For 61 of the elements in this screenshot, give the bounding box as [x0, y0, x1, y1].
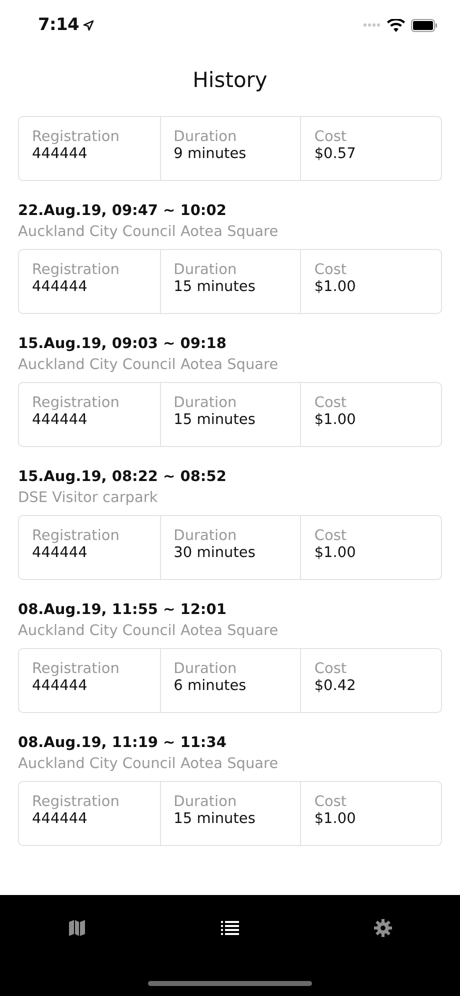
field-value: $1.00 — [314, 545, 357, 561]
field-value: $0.57 — [314, 146, 357, 162]
session-time: 15.Aug.19, 09:03 ~ 09:18 — [18, 336, 228, 352]
field-value: 30 minutes — [174, 545, 256, 561]
session-time: 08.Aug.19, 11:19 ~ 11:34 — [18, 735, 228, 751]
field-value: 444444 — [32, 811, 88, 827]
list-icon — [220, 921, 239, 935]
field-label: Registration — [32, 661, 120, 677]
field-value: $1.00 — [314, 279, 357, 295]
field-label: Duration — [174, 262, 238, 278]
session-time: 08.Aug.19, 11:55 ~ 12:01 — [18, 602, 228, 618]
signal-icon — [363, 23, 381, 27]
field-label: Cost — [314, 528, 348, 544]
field-label: Registration — [32, 528, 120, 544]
session-location: Auckland City Council Aotea Square — [18, 224, 280, 240]
field-label: Cost — [314, 262, 348, 278]
field-label: Duration — [174, 661, 238, 677]
field-label: Duration — [174, 528, 238, 544]
page-title: History — [192, 68, 268, 92]
session-card[interactable]: Registration 444444 Duration 15 minutes Cost $1.00 — [18, 249, 442, 314]
field-label: Cost — [314, 794, 348, 810]
session-location: Auckland City Council Aotea Square — [18, 623, 280, 639]
battery-icon — [411, 18, 438, 32]
field-value: 444444 — [32, 678, 88, 694]
session-time: 22.Aug.19, 09:47 ~ 10:02 — [18, 203, 228, 219]
field-label: Registration — [32, 794, 120, 810]
field-label: Cost — [314, 129, 348, 145]
field-value: 6 minutes — [174, 678, 248, 694]
field-label: Cost — [314, 661, 348, 677]
session-location: Auckland City Council Aotea Square — [18, 357, 280, 373]
wifi-icon — [387, 18, 405, 32]
field-value: $1.00 — [314, 412, 357, 428]
field-label: Registration — [32, 262, 120, 278]
field-label: Cost — [314, 395, 348, 411]
field-value: 15 minutes — [174, 279, 256, 295]
session-location: Auckland City Council Aotea Square — [18, 756, 280, 772]
session-card[interactable]: Registration 444444 Duration 6 minutes Cost $0.42 — [18, 648, 442, 713]
session-location: DSE Visitor carpark — [18, 490, 159, 506]
field-label: Duration — [174, 794, 238, 810]
field-value: 444444 — [32, 545, 88, 561]
field-value: 15 minutes — [174, 811, 256, 827]
session-card[interactable]: Registration 444444 Duration 15 minutes Cost $1.00 — [18, 382, 442, 447]
field-label: Duration — [174, 395, 238, 411]
field-value: 444444 — [32, 279, 88, 295]
map-icon — [68, 919, 86, 937]
status-time: 7:14 — [38, 15, 80, 35]
field-value: 15 minutes — [174, 412, 256, 428]
session-time: 15.Aug.19, 08:22 ~ 08:52 — [18, 469, 228, 485]
location-arrow-icon — [83, 20, 94, 30]
field-value: 444444 — [32, 146, 88, 162]
settings-icon — [374, 919, 392, 937]
session-card[interactable]: Registration 444444 Duration 9 minutes Cost $0.57 — [18, 116, 442, 181]
field-value: $1.00 — [314, 811, 357, 827]
session-card[interactable]: Registration 444444 Duration 30 minutes Cost $1.00 — [18, 515, 442, 580]
field-value: $0.42 — [314, 678, 357, 694]
field-label: Registration — [32, 395, 120, 411]
field-value: 9 minutes — [174, 146, 248, 162]
field-label: Registration — [32, 129, 120, 145]
session-card[interactable]: Registration 444444 Duration 15 minutes Cost $1.00 — [18, 781, 442, 846]
field-value: 444444 — [32, 412, 88, 428]
field-label: Duration — [174, 129, 238, 145]
